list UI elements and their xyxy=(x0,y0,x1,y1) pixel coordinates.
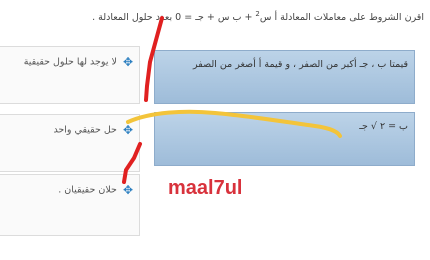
answer-label: حل حقيقي واحد xyxy=(53,124,117,136)
drop-zone-condition-2[interactable]: ب = ٢ √ جـ xyxy=(154,112,415,166)
draggable-answer-two-real-solutions[interactable]: ✥ حلان حقيقيان . xyxy=(0,174,140,236)
watermark-text: maal7ul xyxy=(168,177,243,199)
condition-text: قيمتا ب ، جـ أكبر من الصفر ، و قيمة أ أص… xyxy=(193,59,408,70)
draggable-answer-one-real-solution[interactable]: ✥ حل حقيقي واحد xyxy=(0,114,140,172)
answer-label: لا يوجد لها حلول حقيقية xyxy=(23,56,117,68)
drag-handle-icon[interactable]: ✥ xyxy=(123,123,133,137)
drag-handle-icon[interactable]: ✥ xyxy=(123,55,133,69)
condition-text: ب = ٢ √ جـ xyxy=(359,121,408,132)
answer-label: حلان حقيقيان . xyxy=(58,184,117,196)
draggable-answer-no-real-solutions[interactable]: ✥ لا يوجد لها حلول حقيقية xyxy=(0,46,140,104)
instruction-text-part1: اقرن الشروط على معاملات المعادلة أ س xyxy=(259,12,424,24)
answer-list: ✥ لا يوجد لها حلول حقيقية ✥ حل حقيقي واح… xyxy=(0,38,142,238)
drag-handle-icon[interactable]: ✥ xyxy=(123,183,133,197)
question-instruction: اقرن الشروط على معاملات المعادلة أ س2 + … xyxy=(4,6,424,26)
instruction-text-part2: + ب س + جـ = 0 بعدد حلول المعادلة . xyxy=(92,12,256,24)
drop-zone-condition-1[interactable]: قيمتا ب ، جـ أكبر من الصفر ، و قيمة أ أص… xyxy=(154,50,415,104)
